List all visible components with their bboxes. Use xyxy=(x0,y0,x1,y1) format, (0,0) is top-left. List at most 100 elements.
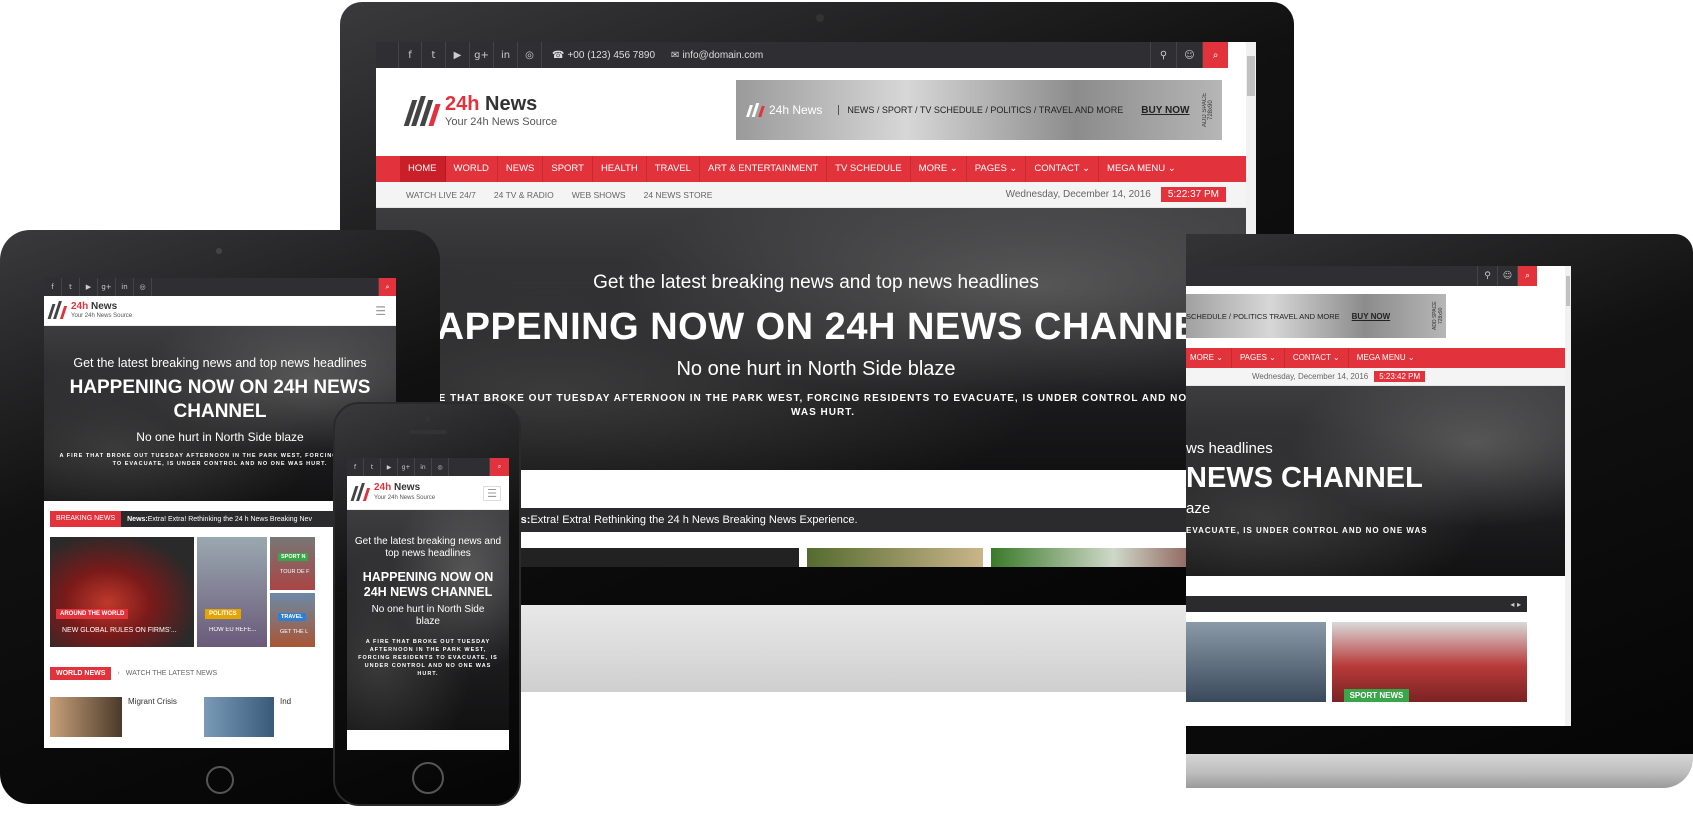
twitter-icon[interactable]: t xyxy=(62,278,80,296)
location-icon[interactable]: ⚲ xyxy=(1150,42,1176,68)
hero-headline[interactable]: No one hurt in North Side blaze xyxy=(359,604,497,628)
subnav-tv-radio[interactable]: 24 TV & RADIO xyxy=(494,190,554,200)
search-icon[interactable]: ⌕ xyxy=(489,458,509,476)
facebook-icon[interactable]: f xyxy=(347,458,364,476)
google-plus-icon[interactable]: g+ xyxy=(98,278,116,296)
user-icon[interactable]: ☺ xyxy=(1176,42,1202,68)
nav-news[interactable]: NEWS xyxy=(498,156,544,182)
thumb-badge[interactable]: AROUND THE WORLD xyxy=(56,609,129,619)
news-thumb[interactable]: SPORT N TOUR DE F xyxy=(270,537,315,590)
world-news-label[interactable]: WORLD NEWS xyxy=(50,666,112,680)
watch-latest-label[interactable]: WATCH THE LATEST NEWS xyxy=(126,670,217,677)
nav-contact[interactable]: CONTACT ⌄ xyxy=(1285,348,1349,368)
current-date: Wednesday, December 14, 2016 xyxy=(1005,189,1151,200)
laptop-scrollbar[interactable] xyxy=(1565,266,1571,726)
news-thumb[interactable]: TRAVEL GET THE L xyxy=(270,593,315,647)
nav-travel[interactable]: TRAVEL xyxy=(647,156,700,182)
phone-number[interactable]: +00 (123) 456 7890 xyxy=(567,50,655,61)
tablet-home-button[interactable] xyxy=(206,766,234,794)
subnav-watch-live[interactable]: WATCH LIVE 24/7 xyxy=(406,190,476,200)
nav-more[interactable]: MORE ⌄ xyxy=(911,156,967,182)
linkedin-icon[interactable]: in xyxy=(415,458,432,476)
linkedin-icon[interactable]: in xyxy=(116,278,134,296)
ad-banner[interactable]: 24h News NEWS / SPORT / TV SCHEDULE / PO… xyxy=(736,80,1222,140)
hero-subtitle: Get the latest breaking news and top new… xyxy=(73,356,367,370)
thumb-badge[interactable]: POLITICS xyxy=(205,609,241,619)
nav-world[interactable]: WORLD xyxy=(446,156,498,182)
news-thumb[interactable] xyxy=(1186,622,1326,702)
thumb-badge[interactable]: SPORT N xyxy=(278,553,309,561)
nav-art-entertainment[interactable]: ART & ENTERTAINMENT xyxy=(700,156,828,182)
twitter-icon[interactable]: t xyxy=(422,42,446,68)
nav-mega-menu[interactable]: MEGA MENU ⌄ xyxy=(1099,156,1184,182)
thumb-caption[interactable]: NEW GLOBAL RULES ON FIRMS'... xyxy=(62,627,177,634)
menu-icon[interactable]: ☰ xyxy=(483,486,501,501)
nav-pages[interactable]: PAGES ⌄ xyxy=(1232,348,1285,368)
facebook-icon[interactable]: f xyxy=(44,278,62,296)
subnav-news-store[interactable]: 24 NEWS STORE xyxy=(644,190,713,200)
nav-pages[interactable]: PAGES ⌄ xyxy=(967,156,1027,182)
mail-icon: ✉ xyxy=(671,49,680,61)
hero-headline[interactable]: No one hurt in North Side blaze xyxy=(376,358,1256,381)
current-time: 5:22:37 PM xyxy=(1160,187,1226,202)
search-icon[interactable]: ⌕ xyxy=(1517,266,1537,286)
phone-home-button[interactable] xyxy=(412,762,444,794)
phone-top-bar: f t ▶ g+ in ◎ ⌕ xyxy=(347,458,509,476)
ticker-text[interactable]: Extra! Extra! Rethinking the 24 h News B… xyxy=(148,516,312,523)
thumb-caption[interactable]: GET THE L xyxy=(280,629,308,635)
facebook-icon[interactable]: f xyxy=(398,42,422,68)
youtube-icon[interactable]: ▶ xyxy=(446,42,470,68)
ad-buy-now[interactable]: BUY NOW xyxy=(1141,105,1189,116)
hero-title[interactable]: HAPPENING NOW ON 24H NEWS CHANNEL xyxy=(351,570,505,600)
email-address[interactable]: info@domain.com xyxy=(682,50,763,61)
thumb-badge[interactable]: TRAVEL xyxy=(278,613,306,621)
search-icon[interactable]: ⌕ xyxy=(378,278,396,296)
subnav-web-shows[interactable]: WEB SHOWS xyxy=(572,190,626,200)
nav-sport[interactable]: SPORT xyxy=(543,156,593,182)
news-item-title[interactable]: Migrant Crisis xyxy=(128,697,198,737)
nav-mega-menu[interactable]: MEGA MENU ⌄ xyxy=(1349,348,1423,368)
thumb-caption[interactable]: TOUR DE F xyxy=(280,569,310,575)
menu-icon[interactable]: ☰ xyxy=(375,304,386,318)
news-thumb[interactable] xyxy=(204,697,274,737)
youtube-icon[interactable]: ▶ xyxy=(381,458,398,476)
thumb-caption[interactable]: HOW EU REFE... xyxy=(209,627,256,633)
search-icon[interactable]: ⌕ xyxy=(1202,42,1228,68)
nav-more[interactable]: MORE ⌄ xyxy=(1186,348,1232,368)
site-logo[interactable]: 24h News Your 24h News Source xyxy=(350,483,435,501)
twitter-icon[interactable]: t xyxy=(364,458,381,476)
site-logo[interactable]: 24h News Your 24h News Source xyxy=(403,94,557,128)
hero-headline[interactable]: aze xyxy=(1186,500,1210,517)
laptop-ad-banner[interactable]: SCHEDULE / POLITICS TRAVEL AND MORE BUY … xyxy=(1186,294,1446,338)
hero-title[interactable]: NEWS CHANNEL xyxy=(1186,462,1423,495)
news-thumb[interactable]: AROUND THE WORLD NEW GLOBAL RULES ON FIR… xyxy=(50,537,194,647)
nav-home[interactable]: HOME xyxy=(400,156,446,182)
laptop-ticker: ◂ ▸ xyxy=(1186,596,1527,612)
instagram-icon[interactable]: ◎ xyxy=(518,42,542,68)
instagram-icon[interactable]: ◎ xyxy=(134,278,152,296)
news-thumb[interactable]: POLITICS HOW EU REFE... xyxy=(197,537,267,647)
sport-news-badge[interactable]: SPORT NEWS xyxy=(1343,689,1410,702)
ticker-arrows[interactable]: ◂ ▸ xyxy=(1510,600,1521,609)
news-thumb[interactable]: SPORT NEWS xyxy=(1331,622,1527,702)
sub-nav: WATCH LIVE 24/7 24 TV & RADIO WEB SHOWS … xyxy=(376,182,1256,208)
google-plus-icon[interactable]: g+ xyxy=(470,42,494,68)
instagram-icon[interactable]: ◎ xyxy=(432,458,449,476)
hero-title[interactable]: HAPPENING NOW ON 24H NEWS CHANNEL xyxy=(376,306,1256,349)
user-icon[interactable]: ☺ xyxy=(1497,266,1517,286)
news-thumb[interactable] xyxy=(807,548,983,567)
youtube-icon[interactable]: ▶ xyxy=(80,278,98,296)
ticker-text[interactable]: Extra! Extra! Rethinking the 24 h News B… xyxy=(530,514,857,526)
news-item-title[interactable]: Ind xyxy=(280,697,291,737)
nav-contact[interactable]: CONTACT ⌄ xyxy=(1026,156,1100,182)
phone: f t ▶ g+ in ◎ ⌕ 24h News Your 24h News S… xyxy=(333,402,521,806)
ad-buy-now[interactable]: BUY NOW xyxy=(1352,312,1391,321)
news-thumb[interactable] xyxy=(50,697,122,737)
location-icon[interactable]: ⚲ xyxy=(1477,266,1497,286)
site-logo[interactable]: 24h News Your 24h News Source xyxy=(47,301,132,319)
google-plus-icon[interactable]: g+ xyxy=(398,458,415,476)
nav-tv-schedule[interactable]: TV SCHEDULE xyxy=(827,156,911,182)
nav-health[interactable]: HEALTH xyxy=(593,156,647,182)
laptop: ⚲ ☺ ⌕ SCHEDULE / POLITICS TRAVEL AND MOR… xyxy=(1186,234,1693,820)
linkedin-icon[interactable]: in xyxy=(494,42,518,68)
